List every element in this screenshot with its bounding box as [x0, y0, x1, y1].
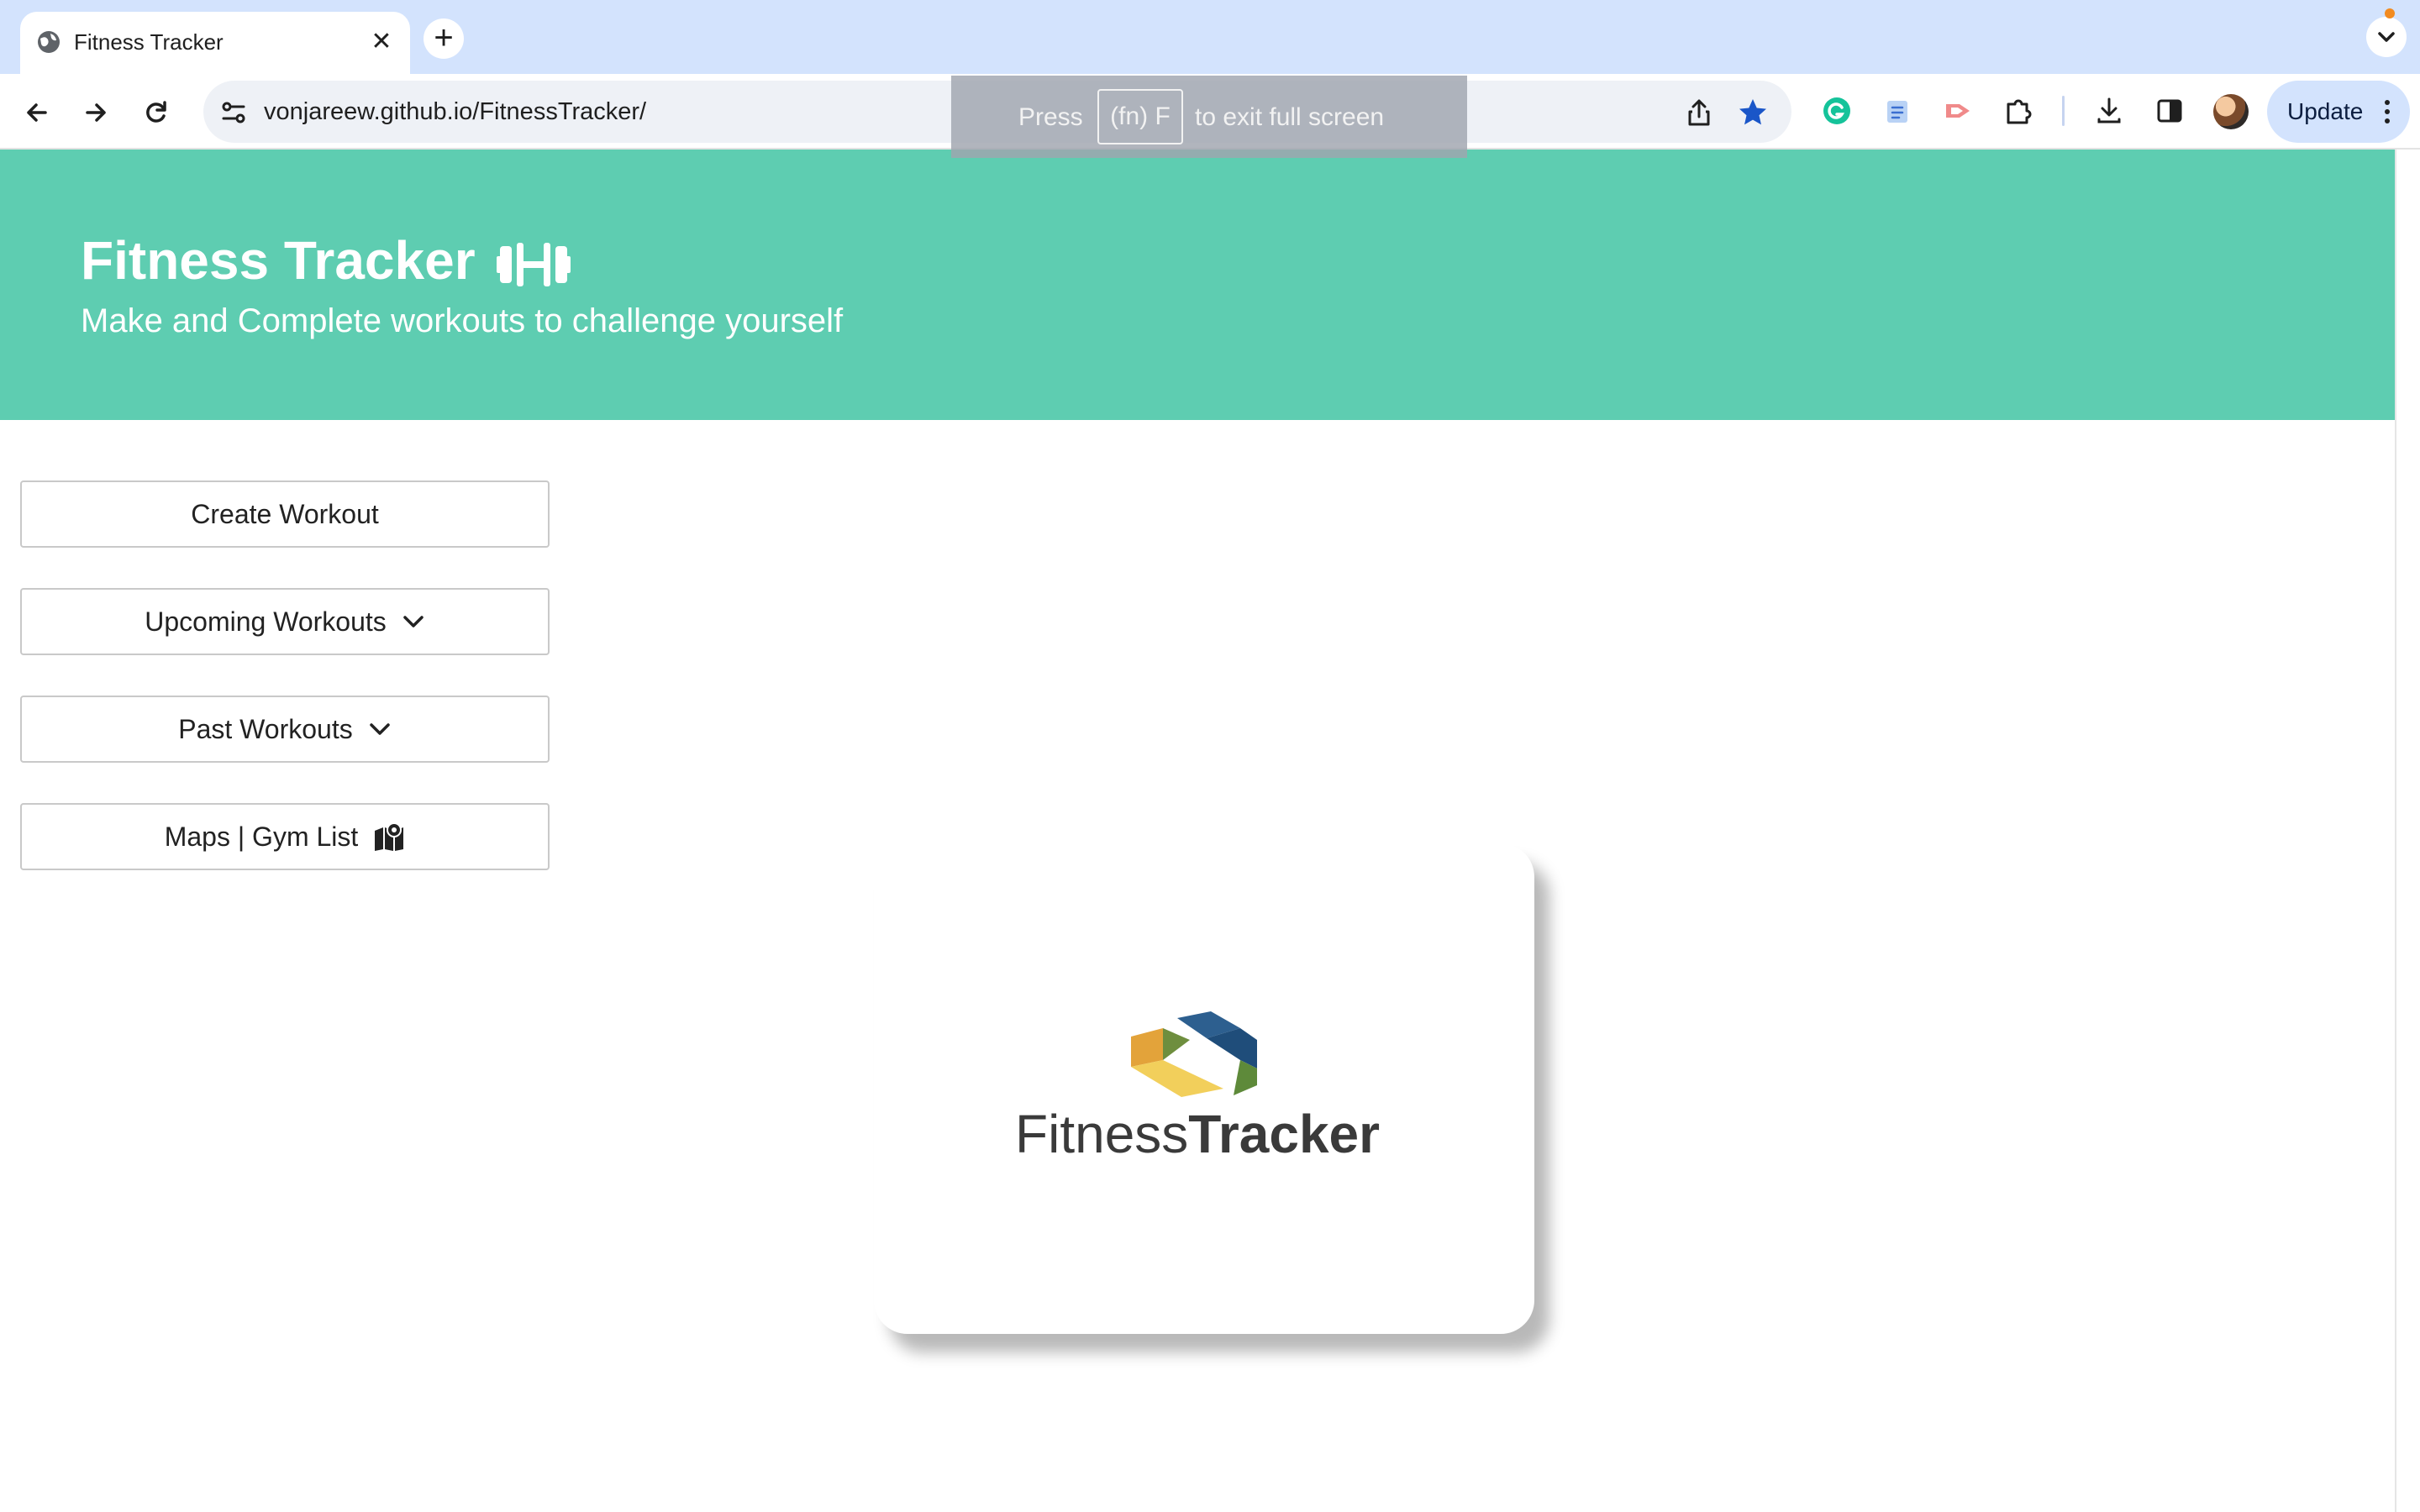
chevron-down-icon — [403, 616, 424, 627]
extension-icon[interactable] — [1877, 91, 1918, 131]
star-icon[interactable] — [1734, 94, 1771, 131]
create-workout-label: Create Workout — [191, 498, 379, 529]
back-arrow-icon[interactable] — [13, 89, 60, 136]
forward-arrow-icon[interactable] — [72, 89, 119, 136]
site-settings-icon[interactable] — [217, 96, 250, 129]
fullscreen-rest-text: to exit full screen — [1195, 103, 1385, 131]
maps-gym-list-label: Maps | Gym List — [164, 821, 359, 852]
download-icon[interactable] — [2089, 91, 2129, 131]
logo-card: FitnessTracker — [874, 843, 1534, 1334]
past-workouts-label: Past Workouts — [178, 713, 353, 744]
page-scrollbar[interactable] — [2395, 150, 2420, 1512]
new-tab-button[interactable]: + — [424, 18, 464, 59]
logo-word-light: Fitness — [1015, 1104, 1189, 1164]
past-workouts-button[interactable]: Past Workouts — [20, 696, 550, 763]
dumbbell-icon — [497, 243, 571, 287]
reload-icon[interactable] — [133, 89, 180, 136]
globe-icon — [38, 31, 60, 53]
url-text: vonjareew.github.io/FitnessTracker/ — [264, 98, 647, 125]
page-title-text: Fitness Tracker — [81, 230, 476, 291]
page-subtitle: Make and Complete workouts to challenge … — [81, 302, 844, 339]
create-workout-button[interactable]: Create Workout — [20, 480, 550, 548]
chevron-down-icon — [369, 723, 390, 735]
tab-strip: Fitness Tracker ✕ + — [0, 0, 2420, 74]
toolbar-separator — [2062, 96, 2065, 126]
tab-search-button[interactable] — [2366, 17, 2407, 57]
map-location-icon — [375, 822, 404, 851]
upcoming-workouts-button[interactable]: Upcoming Workouts — [20, 588, 550, 655]
grammarly-icon[interactable] — [1817, 91, 1857, 131]
page-header: Fitness Tracker Make and Complete workou… — [0, 150, 2395, 420]
update-label: Update — [2287, 98, 2364, 124]
browser-tab[interactable]: Fitness Tracker ✕ — [20, 12, 410, 74]
fullscreen-key-hint: (fn) F — [1097, 89, 1183, 144]
chevron-down-icon — [2378, 32, 2395, 42]
fullscreen-notice: Press (fn) F to exit full screen — [951, 76, 1467, 158]
update-button[interactable]: Update — [2267, 81, 2410, 143]
more-vert-icon — [2385, 100, 2390, 123]
logo-wordmark: FitnessTracker — [1015, 1100, 1380, 1168]
page-title: Fitness Tracker — [81, 227, 571, 294]
fitness-tracker-logo-icon — [1131, 1011, 1257, 1097]
fullscreen-press-text: Press — [1018, 103, 1083, 131]
close-icon[interactable]: ✕ — [365, 25, 398, 59]
notification-dot — [2385, 8, 2395, 18]
share-icon[interactable] — [1681, 94, 1718, 131]
puzzle-icon[interactable] — [1998, 91, 2039, 131]
extension-icon[interactable] — [1938, 91, 1978, 131]
tab-title: Fitness Tracker — [74, 29, 224, 55]
plus-icon: + — [434, 19, 454, 56]
side-panel-icon[interactable] — [2149, 91, 2190, 131]
avatar[interactable] — [2213, 94, 2249, 129]
upcoming-workouts-label: Upcoming Workouts — [145, 606, 387, 637]
logo-word-bold: Tracker — [1188, 1104, 1381, 1164]
maps-gym-list-button[interactable]: Maps | Gym List — [20, 803, 550, 870]
